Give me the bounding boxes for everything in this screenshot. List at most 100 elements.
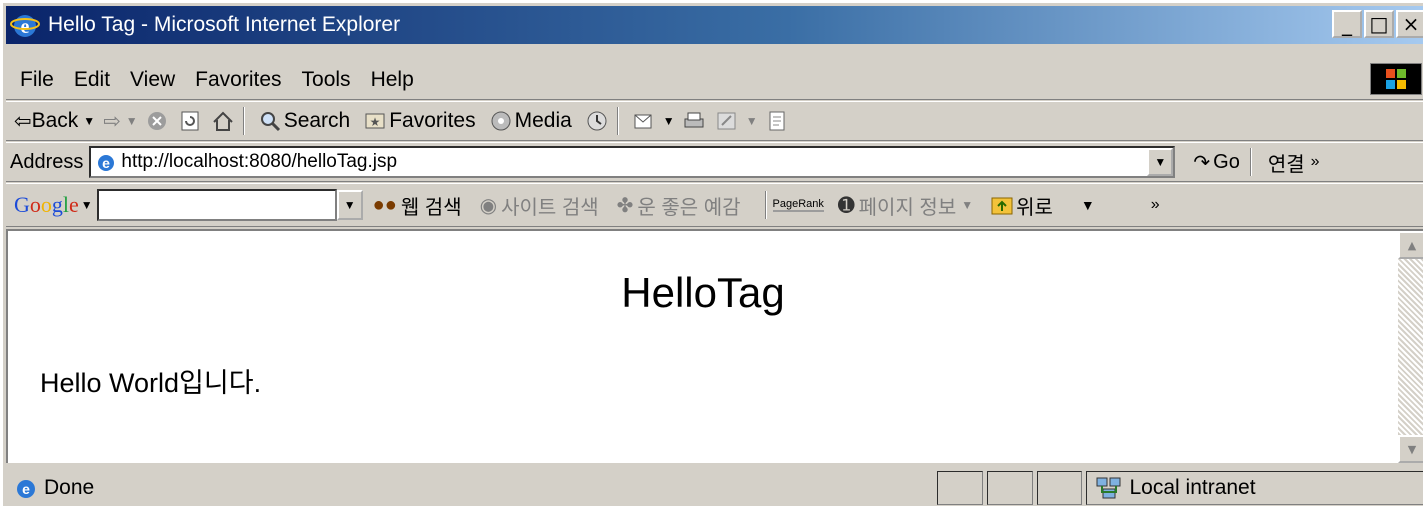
search-icon xyxy=(260,112,280,132)
svg-text:e: e xyxy=(102,155,110,171)
clover-icon: ✤ xyxy=(616,194,634,217)
google-logo-letter: g xyxy=(51,192,63,217)
page-text: Hello World입니다. xyxy=(40,368,262,398)
stop-button[interactable] xyxy=(146,110,171,132)
menu-tools[interactable]: Tools xyxy=(302,68,351,92)
address-dropdown-button[interactable]: ▼ xyxy=(1147,148,1174,176)
page-info-button[interactable]: ➊ 페이지 정보 ▼ xyxy=(838,191,973,220)
edit-button[interactable]: ▼ xyxy=(716,110,758,132)
chevron-more-icon[interactable]: » xyxy=(1151,196,1160,214)
page-icon: e xyxy=(17,480,35,498)
back-arrow-icon: ⇦ xyxy=(14,109,32,133)
scroll-down-button[interactable]: ▼ xyxy=(1398,435,1423,463)
google-logo-letter: e xyxy=(69,192,79,217)
site-search-label: 사이트 검색 xyxy=(501,196,599,219)
google-logo[interactable]: G o o g l e ▼ xyxy=(14,192,93,218)
chevron-down-icon[interactable]: ▼ xyxy=(126,114,138,128)
title-bar: e Hello Tag - Microsoft Internet Explore… xyxy=(6,6,1423,44)
links-button[interactable]: 연결 xyxy=(1268,148,1305,177)
page-icon: e xyxy=(98,155,115,171)
edit-icon xyxy=(717,112,736,130)
favorites-label: Favorites xyxy=(389,109,476,132)
search-label: Search xyxy=(283,109,351,132)
media-label: Media xyxy=(514,109,572,132)
search-button[interactable]: Search xyxy=(259,109,351,133)
folder-up-icon xyxy=(991,197,1013,215)
media-button[interactable]: Media xyxy=(490,109,572,133)
internet-explorer-icon: e xyxy=(10,15,40,38)
address-url: http://localhost:8080/helloTag.jsp xyxy=(121,151,398,172)
up-label: 위로 xyxy=(1016,196,1053,219)
zone-label: Local intranet xyxy=(1129,476,1256,499)
google-search-dropdown[interactable]: ▼ xyxy=(336,190,363,220)
mail-button[interactable]: ▼ xyxy=(633,110,675,132)
site-search-icon: ◉ xyxy=(479,194,498,217)
google-logo-letter: G xyxy=(14,192,30,217)
chevron-down-icon[interactable]: ▼ xyxy=(83,114,95,128)
favorites-button[interactable]: ★ Favorites xyxy=(364,109,476,133)
window-title: Hello Tag - Microsoft Internet Explorer xyxy=(48,13,401,36)
vertical-scrollbar[interactable]: ▲ ▼ xyxy=(1398,231,1423,463)
status-text: Done xyxy=(44,476,95,499)
close-button[interactable]: × xyxy=(1396,10,1423,38)
menu-help[interactable]: Help xyxy=(371,68,414,92)
discuss-icon xyxy=(769,111,785,131)
web-search-label: 웹 검색 xyxy=(400,196,462,219)
svg-text:★: ★ xyxy=(370,115,381,129)
status-cell xyxy=(1036,471,1083,505)
google-logo-letter: o xyxy=(29,192,41,217)
intranet-icon xyxy=(1096,477,1121,499)
home-button[interactable] xyxy=(212,110,237,132)
minimize-button[interactable]: _ xyxy=(1332,10,1362,38)
maximize-button[interactable]: □ xyxy=(1364,10,1394,38)
browser-window: e Hello Tag - Microsoft Internet Explore… xyxy=(0,0,1423,506)
back-label: Back xyxy=(31,109,79,132)
media-icon xyxy=(491,111,511,131)
home-icon xyxy=(212,111,233,131)
scroll-up-button[interactable]: ▲ xyxy=(1398,231,1423,259)
chevron-down-icon[interactable]: ▼ xyxy=(746,114,758,128)
history-button[interactable] xyxy=(586,110,611,132)
toolbar-separator xyxy=(1249,148,1252,176)
status-cell xyxy=(986,471,1033,505)
refresh-icon xyxy=(181,111,199,131)
print-button[interactable] xyxy=(683,110,708,132)
chevron-down-icon: ▼ xyxy=(961,198,974,212)
lucky-label: 운 좋은 예감 xyxy=(637,196,741,219)
up-button[interactable]: 위로 xyxy=(991,191,1053,220)
back-button[interactable]: ⇦ Back ▼ xyxy=(14,109,95,134)
menu-file[interactable]: File xyxy=(20,68,54,92)
google-search-input[interactable] xyxy=(96,189,337,221)
site-search-button[interactable]: ◉ 사이트 검색 xyxy=(480,191,599,220)
chevron-down-icon[interactable]: ▼ xyxy=(1081,197,1095,213)
google-toolbar: G o o g l e ▼ ▼ ●● 웹 검색 ◉ 사이트 검색 ✤ 운 좋은 … xyxy=(6,183,1423,227)
favorites-icon: ★ xyxy=(365,113,385,129)
svg-text:e: e xyxy=(22,481,30,497)
history-icon xyxy=(587,111,607,131)
chevron-more-icon[interactable]: » xyxy=(1311,153,1320,171)
print-icon xyxy=(684,112,704,128)
refresh-button[interactable] xyxy=(179,110,204,132)
lucky-button[interactable]: ✤ 운 좋은 예감 xyxy=(617,191,741,220)
status-bar: e Done Local intranet xyxy=(6,467,1423,506)
menu-favorites[interactable]: Favorites xyxy=(195,68,281,92)
status-cell xyxy=(936,471,983,505)
go-button[interactable]: ↷ Go xyxy=(1193,150,1239,175)
address-label: Address xyxy=(10,150,84,173)
standard-toolbar: ⇦ Back ▼ ⇨ ▼ Search ★ Favorites Media ▼ … xyxy=(6,101,1423,141)
web-search-button[interactable]: ●● 웹 검색 xyxy=(373,191,462,220)
discuss-button[interactable] xyxy=(766,110,791,132)
chevron-down-icon: ▼ xyxy=(80,197,93,212)
windows-logo-icon xyxy=(1370,63,1422,95)
go-arrow-icon: ↷ xyxy=(1193,151,1211,174)
menu-view[interactable]: View xyxy=(130,68,175,92)
mail-icon xyxy=(634,114,652,129)
go-label: Go xyxy=(1213,150,1240,173)
pagerank-indicator[interactable]: PageRank xyxy=(772,198,830,212)
address-input[interactable]: e http://localhost:8080/helloTag.jsp ▼ xyxy=(89,146,1176,178)
menu-bar: File Edit View Favorites Tools Help xyxy=(6,60,1423,100)
menu-edit[interactable]: Edit xyxy=(74,68,110,92)
page-info-label: 페이지 정보 xyxy=(858,196,957,219)
forward-button[interactable]: ⇨ ▼ xyxy=(103,109,138,134)
chevron-down-icon[interactable]: ▼ xyxy=(663,114,675,128)
